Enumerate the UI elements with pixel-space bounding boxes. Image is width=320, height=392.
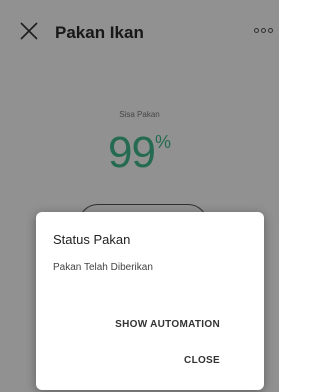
dialog-title: Status Pakan <box>53 232 131 247</box>
close-button[interactable]: CLOSE <box>184 355 220 366</box>
status-dialog: Status Pakan Pakan Telah Diberikan SHOW … <box>36 212 264 390</box>
show-automation-button[interactable]: SHOW AUTOMATION <box>115 319 220 330</box>
screen: Pakan Ikan Sisa Pakan 99% Status Pakan P… <box>0 0 279 392</box>
dialog-message: Pakan Telah Diberikan <box>53 262 153 273</box>
